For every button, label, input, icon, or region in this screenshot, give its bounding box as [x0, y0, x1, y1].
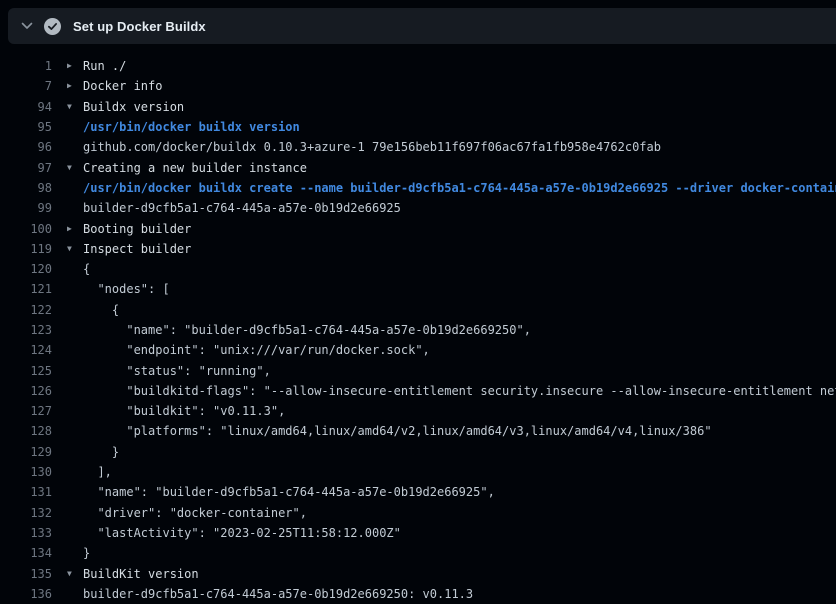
output-line-text: "status": "running",: [83, 364, 271, 378]
line-number[interactable]: 130: [0, 465, 52, 479]
group-header-label[interactable]: Buildx version: [83, 100, 184, 114]
log-line-row: 134 }: [0, 543, 836, 563]
line-number[interactable]: 125: [0, 364, 52, 378]
line-number[interactable]: 119: [0, 242, 52, 256]
log-line-row: 130 ],: [0, 462, 836, 482]
log-line-row: 99 builder-d9cfb5a1-c764-445a-a57e-0b19d…: [0, 198, 836, 218]
log-line-row: 136 builder-d9cfb5a1-c764-445a-a57e-0b19…: [0, 584, 836, 604]
log-line-row: 120 {: [0, 259, 836, 279]
log-group-row[interactable]: 135 ▼ BuildKit version: [0, 563, 836, 583]
output-line-text: github.com/docker/buildx 0.10.3+azure-1 …: [83, 140, 661, 154]
log-line-row: 124 "endpoint": "unix:///var/run/docker.…: [0, 340, 836, 360]
log-group-row[interactable]: 97 ▼ Creating a new builder instance: [0, 157, 836, 177]
line-number[interactable]: 131: [0, 485, 52, 499]
line-number[interactable]: 133: [0, 526, 52, 540]
log-line-row: 126 "buildkitd-flags": "--allow-insecure…: [0, 381, 836, 401]
output-line-text: {: [83, 303, 119, 317]
command-line-text: /usr/bin/docker buildx create --name bui…: [83, 181, 836, 195]
line-number[interactable]: 121: [0, 282, 52, 296]
triangle-right-icon[interactable]: ▶: [67, 82, 83, 90]
line-number[interactable]: 123: [0, 323, 52, 337]
group-header-label[interactable]: Booting builder: [83, 222, 191, 236]
group-header-label[interactable]: BuildKit version: [83, 567, 199, 581]
output-line-text: builder-d9cfb5a1-c764-445a-a57e-0b19d2e6…: [83, 587, 473, 601]
output-line-text: "name": "builder-d9cfb5a1-c764-445a-a57e…: [83, 323, 531, 337]
step-title: Set up Docker Buildx: [73, 19, 206, 34]
triangle-down-icon[interactable]: ▼: [67, 245, 83, 253]
line-number[interactable]: 7: [0, 79, 52, 93]
log-line-row: 96 github.com/docker/buildx 0.10.3+azure…: [0, 137, 836, 157]
log-area: 1 ▶ Run ./ 7 ▶ Docker info 94 ▼ Buildx v…: [0, 44, 836, 604]
triangle-down-icon[interactable]: ▼: [67, 570, 83, 578]
command-line-text: /usr/bin/docker buildx version: [83, 120, 300, 134]
log-line-row: 132 "driver": "docker-container",: [0, 503, 836, 523]
group-header-label[interactable]: Inspect builder: [83, 242, 191, 256]
log-group-row[interactable]: 1 ▶ Run ./: [0, 56, 836, 76]
line-number[interactable]: 100: [0, 222, 52, 236]
triangle-down-icon[interactable]: ▼: [67, 103, 83, 111]
output-line-text: {: [83, 262, 90, 276]
line-number[interactable]: 126: [0, 384, 52, 398]
log-line-row: 127 "buildkit": "v0.11.3",: [0, 401, 836, 421]
output-line-text: "driver": "docker-container",: [83, 506, 307, 520]
line-number[interactable]: 134: [0, 546, 52, 560]
output-line-text: "name": "builder-d9cfb5a1-c764-445a-a57e…: [83, 485, 495, 499]
log-line-row: 128 "platforms": "linux/amd64,linux/amd6…: [0, 421, 836, 441]
line-number[interactable]: 97: [0, 161, 52, 175]
line-number[interactable]: 127: [0, 404, 52, 418]
group-header-label[interactable]: Run ./: [83, 59, 126, 73]
line-number[interactable]: 128: [0, 424, 52, 438]
triangle-right-icon[interactable]: ▶: [67, 225, 83, 233]
log-group-row[interactable]: 119 ▼ Inspect builder: [0, 239, 836, 259]
log-line-row: 98 /usr/bin/docker buildx create --name …: [0, 178, 836, 198]
log-line-row: 129 }: [0, 442, 836, 462]
output-line-text: }: [83, 445, 119, 459]
line-number[interactable]: 120: [0, 262, 52, 276]
line-number[interactable]: 95: [0, 120, 52, 134]
line-number[interactable]: 124: [0, 343, 52, 357]
group-header-label[interactable]: Docker info: [83, 79, 162, 93]
output-line-text: }: [83, 546, 90, 560]
output-line-text: ],: [83, 465, 112, 479]
check-circle-icon: [44, 18, 61, 35]
line-number[interactable]: 129: [0, 445, 52, 459]
log-group-row[interactable]: 7 ▶ Docker info: [0, 76, 836, 96]
output-line-text: "platforms": "linux/amd64,linux/amd64/v2…: [83, 424, 712, 438]
line-number[interactable]: 135: [0, 567, 52, 581]
output-line-text: "buildkitd-flags": "--allow-insecure-ent…: [83, 384, 836, 398]
log-line-row: 121 "nodes": [: [0, 279, 836, 299]
log-group-row[interactable]: 100 ▶ Booting builder: [0, 218, 836, 238]
triangle-down-icon[interactable]: ▼: [67, 164, 83, 172]
log-line-row: 125 "status": "running",: [0, 360, 836, 380]
line-number[interactable]: 99: [0, 201, 52, 215]
line-number[interactable]: 136: [0, 587, 52, 601]
log-group-row[interactable]: 94 ▼ Buildx version: [0, 97, 836, 117]
line-number[interactable]: 94: [0, 100, 52, 114]
output-line-text: "endpoint": "unix:///var/run/docker.sock…: [83, 343, 430, 357]
line-number[interactable]: 132: [0, 506, 52, 520]
line-number[interactable]: 1: [0, 59, 52, 73]
log-line-row: 95 /usr/bin/docker buildx version: [0, 117, 836, 137]
output-line-text: "lastActivity": "2023-02-25T11:58:12.000…: [83, 526, 401, 540]
log-line-row: 131 "name": "builder-d9cfb5a1-c764-445a-…: [0, 482, 836, 502]
step-header[interactable]: Set up Docker Buildx: [8, 8, 836, 44]
log-line-row: 133 "lastActivity": "2023-02-25T11:58:12…: [0, 523, 836, 543]
chevron-down-icon[interactable]: [20, 20, 33, 33]
log-line-row: 122 {: [0, 300, 836, 320]
output-line-text: "buildkit": "v0.11.3",: [83, 404, 285, 418]
line-number[interactable]: 96: [0, 140, 52, 154]
line-number[interactable]: 122: [0, 303, 52, 317]
log-line-row: 123 "name": "builder-d9cfb5a1-c764-445a-…: [0, 320, 836, 340]
output-line-text: "nodes": [: [83, 282, 170, 296]
triangle-right-icon[interactable]: ▶: [67, 62, 83, 70]
output-line-text: builder-d9cfb5a1-c764-445a-a57e-0b19d2e6…: [83, 201, 401, 215]
line-number[interactable]: 98: [0, 181, 52, 195]
group-header-label[interactable]: Creating a new builder instance: [83, 161, 307, 175]
